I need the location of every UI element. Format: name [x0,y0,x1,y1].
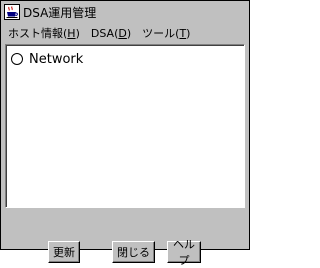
main-window: DSA運用管理 ホスト情報(H) DSA(D) ツール(T) Network 更… [0,0,250,267]
window-title: DSA運用管理 [23,5,97,20]
tree-node-label: Network [29,51,84,67]
menu-dsa-label: DSA [90,27,115,40]
menu-host-info-label: ホスト情報 [8,27,63,40]
menu-dsa[interactable]: DSA(D) [85,24,136,43]
menu-bar: ホスト情報(H) DSA(D) ツール(T) [1,23,249,44]
menu-host-info-mnemonic: H [67,27,76,40]
menu-dsa-mnemonic: D [118,27,127,40]
title-bar[interactable]: DSA運用管理 [1,1,249,23]
menu-tools-mnemonic: T [179,27,187,40]
close-button[interactable]: 閉じる [112,241,155,263]
menu-tools[interactable]: ツール(T) [136,24,195,43]
menu-host-info[interactable]: ホスト情報(H) [1,24,85,43]
tree-node-network[interactable]: Network [11,51,83,67]
java-coffee-cup-icon [4,4,20,20]
help-button[interactable]: ヘルプ [167,238,201,267]
radio-circle-icon [11,53,23,65]
refresh-button[interactable]: 更新 [48,241,80,263]
tree-panel[interactable]: Network [5,44,245,208]
menu-tools-label: ツール [142,27,176,40]
